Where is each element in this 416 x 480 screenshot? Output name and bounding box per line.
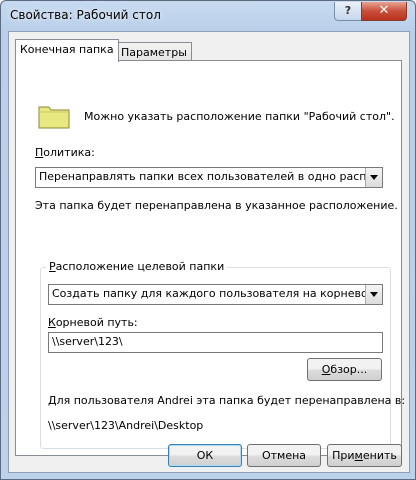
ok-label: ОК [196, 449, 214, 462]
target-group-label: Расположение целевой папки [46, 260, 228, 273]
chevron-down-icon[interactable] [365, 285, 382, 304]
browse-button[interactable]: Обзор... [307, 358, 382, 381]
help-icon: ? [344, 4, 352, 17]
root-path-input[interactable]: \\server\123\ [48, 332, 383, 353]
close-button[interactable]: ✕ [361, 2, 407, 21]
apply-button[interactable]: Применить [327, 444, 402, 467]
ok-button[interactable]: ОК [168, 444, 242, 467]
cancel-button[interactable]: Отмена [247, 444, 321, 467]
folder-icon [38, 106, 70, 129]
tab-settings[interactable]: Параметры [116, 42, 192, 62]
chevron-down-icon[interactable] [365, 168, 382, 187]
root-path-label: Корневой путь: [48, 316, 138, 329]
help-button[interactable]: ? [334, 2, 362, 21]
policy-select[interactable]: Перенаправлять папки всех пользователей … [35, 167, 383, 188]
cancel-label: Отмена [261, 449, 307, 462]
properties-window: Свойства: Рабочий стол ? ✕ Конечная папк… [0, 0, 416, 480]
target-location-select[interactable]: Создать папку для каждого пользователя н… [48, 284, 383, 305]
close-icon: ✕ [378, 3, 390, 18]
policy-label: Политика: [35, 146, 95, 159]
title-bar[interactable]: Свойства: Рабочий стол ? ✕ [1, 1, 415, 31]
redirect-info-text: Для пользователя Andrei эта папка будет … [48, 394, 406, 407]
apply-label: Применить [332, 449, 397, 462]
tab-label: Конечная папка [20, 43, 114, 56]
policy-selected-value: Перенаправлять папки всех пользователей … [39, 170, 365, 183]
root-path-value: \\server\123\ [52, 335, 123, 348]
example-path: \\server\123\Andrei\Desktop [48, 419, 204, 432]
policy-note: Эта папка будет перенаправлена в указанн… [35, 199, 398, 212]
browse-label: Обзор... [321, 363, 368, 376]
dialog-client: Конечная папка Параметры Можно указать р… [8, 31, 410, 473]
header-description: Можно указать расположение папки "Рабочи… [84, 110, 395, 123]
tab-target-folder[interactable]: Конечная папка [15, 39, 119, 62]
tab-label: Параметры [121, 46, 187, 59]
window-title: Свойства: Рабочий стол [10, 8, 161, 22]
tab-panel: Можно указать расположение папки "Рабочи… [15, 60, 406, 456]
target-selected-value: Создать папку для каждого пользователя н… [52, 287, 365, 300]
